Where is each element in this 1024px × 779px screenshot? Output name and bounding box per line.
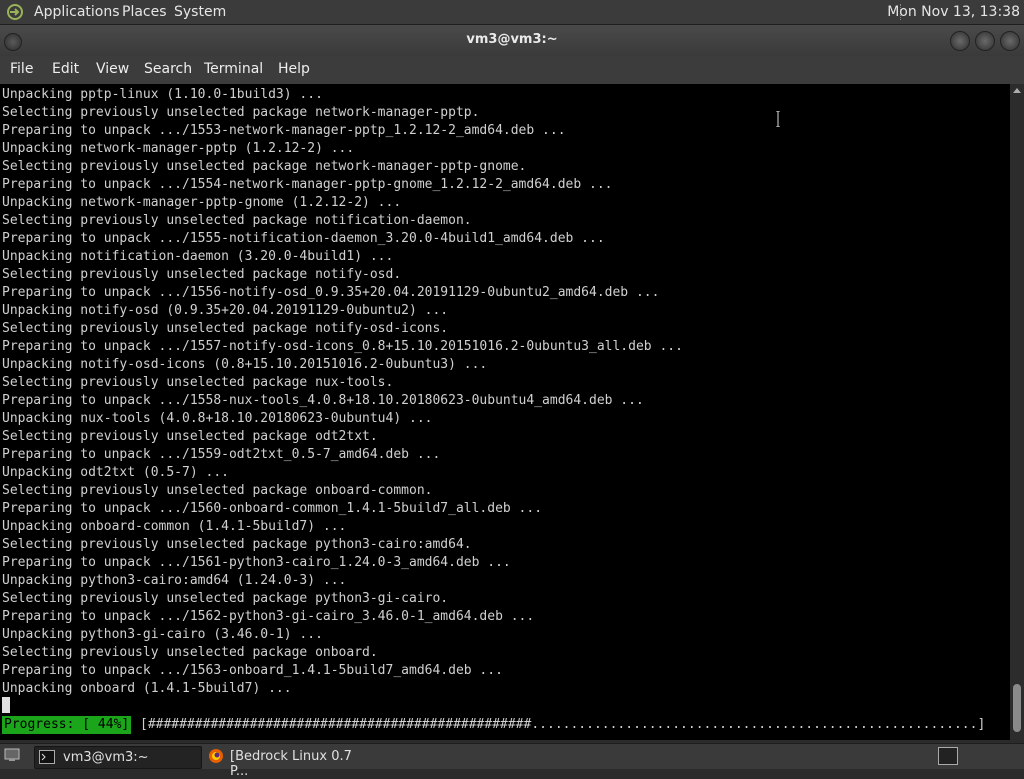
progress-label: Progress: [ 44%]: [2, 716, 132, 734]
top-panel: Applications Places System Mon Nov 13, 1…: [0, 0, 1024, 25]
menu-terminal[interactable]: Terminal: [204, 61, 263, 77]
terminal-line: Selecting previously unselected package …: [2, 591, 449, 606]
terminal-menubar: File Edit View Search Terminal Help: [0, 56, 1024, 84]
terminal-line: Preparing to unpack .../1554-network-man…: [2, 177, 613, 192]
scrollbar-thumb[interactable]: [1013, 684, 1021, 732]
task-label: vm3@vm3:~: [63, 750, 149, 765]
terminal-line: Unpacking python3-cairo:amd64 (1.24.0-3)…: [2, 573, 347, 588]
places-menu[interactable]: Places: [122, 4, 167, 20]
gnome-foot-icon[interactable]: [6, 3, 24, 21]
terminal-line: Selecting previously unselected package …: [2, 213, 472, 228]
menu-search[interactable]: Search: [144, 61, 192, 77]
terminal-line: Unpacking onboard (1.4.1-5build7) ...: [2, 681, 292, 696]
terminal-line: Selecting previously unselected package …: [2, 105, 480, 120]
terminal-line: Preparing to unpack .../1553-network-man…: [2, 123, 566, 138]
terminal-line: Preparing to unpack .../1561-python3-cai…: [2, 555, 511, 570]
terminal-line: Preparing to unpack .../1563-onboard_1.4…: [2, 663, 503, 678]
terminal-line: Preparing to unpack .../1559-odt2txt_0.5…: [2, 447, 441, 462]
workspace-icon[interactable]: [938, 747, 958, 765]
terminal-line: Preparing to unpack .../1562-python3-gi-…: [2, 609, 535, 624]
system-menu[interactable]: System: [174, 4, 226, 20]
terminal-line: Unpacking notify-osd (0.9.35+20.04.20191…: [2, 303, 449, 318]
menu-help[interactable]: Help: [278, 61, 310, 77]
window-titlebar[interactable]: vm3@vm3:~: [0, 25, 1024, 56]
task-browser[interactable]: [Bedrock Linux 0.7 P...: [204, 746, 370, 779]
terminal-icon: [39, 750, 55, 764]
progress-bar: [#######################################…: [140, 717, 986, 732]
text-cursor-icon: [776, 111, 780, 127]
close-icon[interactable]: [1000, 31, 1020, 51]
terminal-line: Selecting previously unselected package …: [2, 645, 378, 660]
terminal-line: Selecting previously unselected package …: [2, 537, 472, 552]
terminal-text: Unpacking pptp-linux (1.10.0-1build3) ..…: [2, 86, 683, 698]
terminal-line: Preparing to unpack .../1555-notificatio…: [2, 231, 605, 246]
terminal-line: Unpacking notification-daemon (3.20.0-4b…: [2, 249, 394, 264]
scroll-up-arrow-icon[interactable]: [1013, 88, 1021, 93]
menu-view[interactable]: View: [96, 61, 129, 77]
terminal-output[interactable]: Unpacking pptp-linux (1.10.0-1build3) ..…: [0, 84, 1010, 740]
task-label: [Bedrock Linux 0.7 P...: [230, 749, 352, 779]
progress-row: Progress: [ 44%] [######################…: [0, 716, 985, 734]
terminal-cursor: [2, 697, 10, 713]
show-desktop-icon[interactable]: [4, 748, 20, 762]
terminal-line: Unpacking network-manager-pptp-gnome (1.…: [2, 195, 402, 210]
bottom-taskbar: vm3@vm3:~ [Bedrock Linux 0.7 P...: [0, 743, 1024, 779]
menu-edit[interactable]: Edit: [52, 61, 79, 77]
terminal-line: Preparing to unpack .../1558-nux-tools_4…: [2, 393, 644, 408]
terminal-scrollbar[interactable]: [1010, 84, 1024, 740]
terminal-line: Unpacking odt2txt (0.5-7) ...: [2, 465, 229, 480]
terminal-line: Preparing to unpack .../1557-notify-osd-…: [2, 339, 683, 354]
terminal-line: Unpacking notify-osd-icons (0.8+15.10.20…: [2, 357, 488, 372]
menu-file[interactable]: File: [10, 61, 33, 77]
task-terminal[interactable]: vm3@vm3:~: [34, 746, 202, 769]
terminal-line: Unpacking network-manager-pptp (1.2.12-2…: [2, 141, 355, 156]
maximize-icon[interactable]: [975, 31, 995, 51]
terminal-line: Preparing to unpack .../1556-notify-osd_…: [2, 285, 660, 300]
terminal-line: Unpacking pptp-linux (1.10.0-1build3) ..…: [2, 87, 323, 102]
minimize-icon[interactable]: [950, 31, 970, 51]
terminal-line: Selecting previously unselected package …: [2, 321, 449, 336]
terminal-line: Selecting previously unselected package …: [2, 267, 402, 282]
firefox-icon: [209, 749, 223, 763]
terminal-line: Selecting previously unselected package …: [2, 375, 394, 390]
clock[interactable]: Mon Nov 13, 13:38: [887, 4, 1020, 20]
window-title: vm3@vm3:~: [466, 32, 558, 47]
terminal-line: Selecting previously unselected package …: [2, 483, 433, 498]
terminal-line: Preparing to unpack .../1560-onboard-com…: [2, 501, 543, 516]
terminal-line: Selecting previously unselected package …: [2, 429, 378, 444]
terminal-line: Unpacking nux-tools (4.0.8+18.10.2018062…: [2, 411, 433, 426]
terminal-line: Unpacking python3-gi-cairo (3.46.0-1) ..…: [2, 627, 323, 642]
terminal-line: Selecting previously unselected package …: [2, 159, 527, 174]
applications-menu[interactable]: Applications: [34, 4, 120, 20]
terminal-line: Unpacking onboard-common (1.4.1-5build7)…: [2, 519, 347, 534]
